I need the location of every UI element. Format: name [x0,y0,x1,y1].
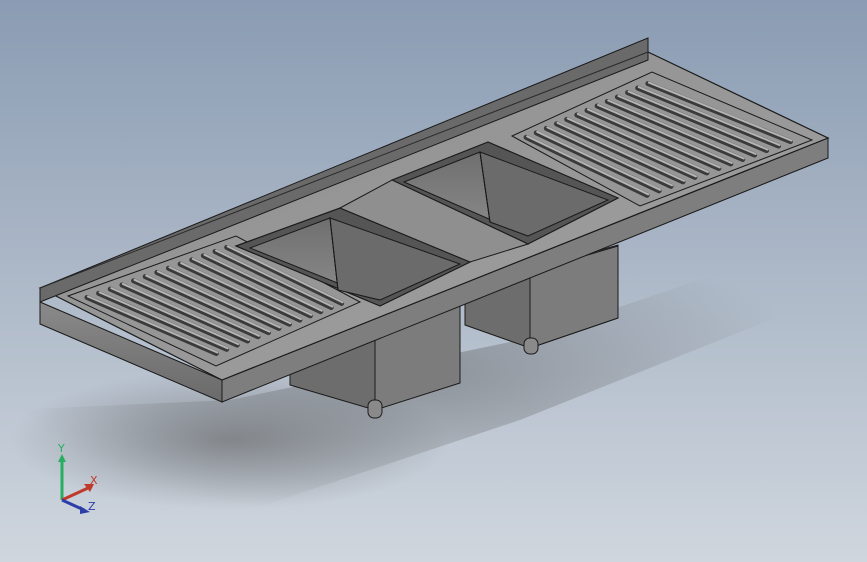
triad-x-label: X [90,474,98,487]
triad-y-label: Y [57,442,65,455]
triad-z-label: Z [88,500,96,513]
cad-viewport[interactable]: Y X Z [0,0,867,562]
